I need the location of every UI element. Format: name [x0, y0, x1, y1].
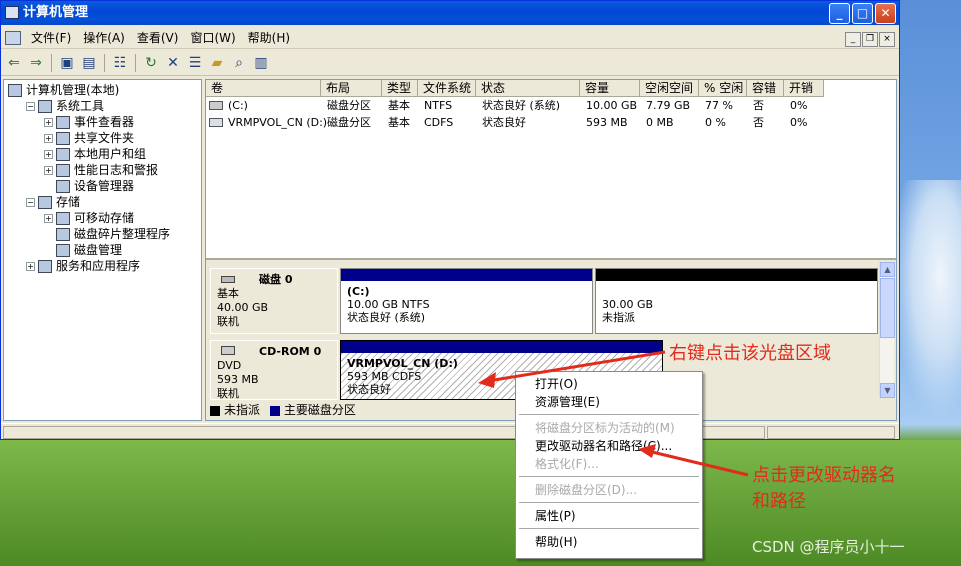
annotation-click-change-line1: 点击更改驱动器名: [752, 465, 896, 486]
arrow-to-change-drive-letter: [647, 449, 749, 477]
arrowhead: [478, 372, 496, 388]
annotation-click-change-line2: 和路径: [752, 491, 806, 512]
watermark: CSDN @程序员小十一: [752, 538, 905, 556]
arrowhead: [638, 444, 656, 458]
arrow-to-cd-partition: [487, 350, 666, 383]
annotation-right-click: 右键点击该光盘区域: [669, 343, 831, 364]
